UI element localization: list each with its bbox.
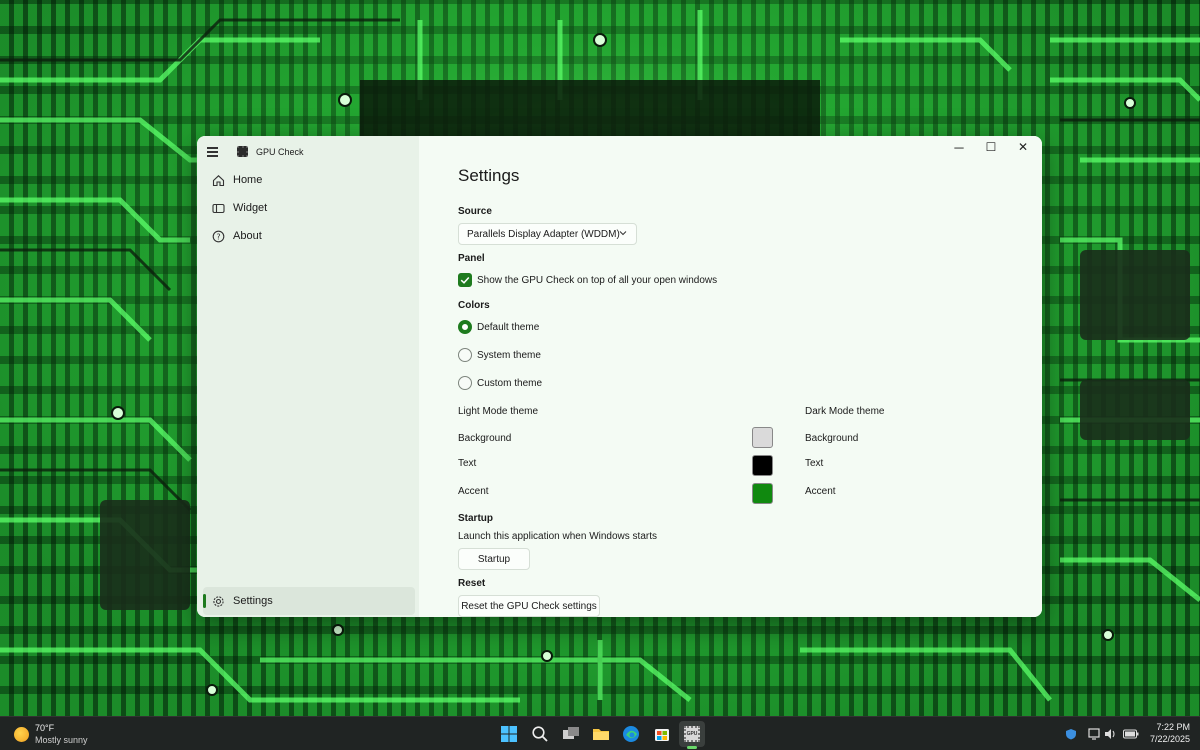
custom-theme-radio[interactable] — [458, 376, 472, 390]
gear-icon — [207, 595, 229, 608]
nav-label-settings: Settings — [233, 595, 273, 607]
nav-item-home[interactable]: Home — [203, 166, 415, 194]
taskbar: 70°F Mostly sunny GPU 7:22 PM 7/22/2025 — [0, 716, 1200, 750]
gpu-chip-icon — [237, 146, 248, 157]
settings-page: ─ ☐ ✕ Settings Source Parallels Display … — [419, 136, 1042, 617]
start-icon[interactable] — [497, 722, 521, 746]
light-background-swatch[interactable] — [752, 427, 773, 448]
app-window: GPU Check Home Widget ? About Settings ─… — [197, 136, 1042, 617]
weather-desc: Mostly sunny — [35, 735, 88, 745]
help-icon: ? — [207, 230, 229, 243]
dark-background-label: Background — [805, 433, 859, 444]
colors-heading: Colors — [458, 300, 490, 311]
dark-accent-label: Accent — [805, 486, 836, 497]
nav-label-home: Home — [233, 174, 263, 186]
checkmark-icon — [460, 276, 470, 284]
close-button[interactable]: ✕ — [1007, 136, 1039, 158]
startup-heading: Startup — [458, 513, 493, 524]
dark-text-label: Text — [805, 458, 824, 469]
light-background-label: Background — [458, 433, 512, 444]
store-icon[interactable] — [650, 722, 674, 746]
nav-item-settings[interactable]: Settings — [203, 587, 415, 615]
nav-item-widget[interactable]: Widget — [203, 194, 415, 222]
reset-heading: Reset — [458, 578, 486, 589]
source-dropdown-value: Parallels Display Adapter (WDDM) — [467, 228, 620, 240]
page-title: Settings — [458, 166, 520, 185]
weather-widget[interactable]: 70°F Mostly sunny — [12, 721, 102, 747]
clock-time: 7:22 PM — [1156, 722, 1190, 732]
weather-temp: 70°F — [35, 723, 55, 733]
widget-icon — [207, 202, 229, 215]
custom-theme-label: Custom theme — [477, 378, 543, 389]
task-view-icon[interactable] — [559, 722, 583, 746]
home-icon — [207, 174, 229, 187]
nav-label-widget: Widget — [233, 202, 268, 214]
search-icon[interactable] — [528, 722, 552, 746]
hamburger-menu-icon[interactable] — [207, 146, 221, 158]
default-theme-radio[interactable] — [458, 320, 472, 334]
chevron-down-icon — [619, 229, 627, 240]
battery-icon[interactable] — [1122, 722, 1140, 746]
minimize-button[interactable]: ─ — [943, 136, 975, 158]
panel-heading: Panel — [458, 253, 485, 264]
light-accent-swatch[interactable] — [752, 483, 773, 504]
reset-button[interactable]: Reset the GPU Check settings — [458, 595, 600, 617]
active-app-indicator — [687, 746, 697, 749]
light-text-swatch[interactable] — [752, 455, 773, 476]
file-explorer-icon[interactable] — [589, 722, 613, 746]
sun-icon — [14, 727, 29, 742]
nav-item-about[interactable]: ? About — [203, 222, 415, 250]
gpu-check-icon[interactable]: GPU — [679, 721, 705, 749]
defender-tray-icon[interactable] — [1062, 722, 1080, 746]
light-theme-heading: Light Mode theme — [458, 406, 539, 417]
edge-icon[interactable] — [619, 722, 643, 746]
system-theme-radio[interactable] — [458, 348, 472, 362]
nav-label-about: About — [233, 230, 262, 242]
selection-indicator — [203, 594, 206, 608]
volume-icon[interactable] — [1102, 722, 1120, 746]
source-heading: Source — [458, 206, 492, 217]
always-on-top-checkbox[interactable] — [458, 273, 472, 287]
startup-description: Launch this application when Windows sta… — [458, 531, 657, 542]
light-accent-label: Accent — [458, 486, 489, 497]
app-title: GPU Check — [256, 147, 304, 157]
svg-text:?: ? — [216, 232, 220, 241]
gpu-chip-taskbar-icon: GPU — [684, 726, 700, 742]
dark-theme-heading: Dark Mode theme — [805, 406, 885, 417]
always-on-top-label: Show the GPU Check on top of all your op… — [477, 275, 718, 286]
light-text-label: Text — [458, 458, 477, 469]
navigation-pane: GPU Check Home Widget ? About Settings — [197, 136, 419, 617]
source-dropdown[interactable]: Parallels Display Adapter (WDDM) — [458, 223, 637, 245]
gpu-chip-label: GPU — [686, 731, 698, 737]
system-theme-label: System theme — [477, 350, 541, 361]
clock[interactable]: 7:22 PM 7/22/2025 — [1146, 721, 1190, 747]
startup-button[interactable]: Startup — [458, 548, 530, 570]
maximize-button[interactable]: ☐ — [975, 136, 1007, 158]
default-theme-label: Default theme — [477, 322, 540, 333]
clock-date: 7/22/2025 — [1149, 734, 1190, 744]
